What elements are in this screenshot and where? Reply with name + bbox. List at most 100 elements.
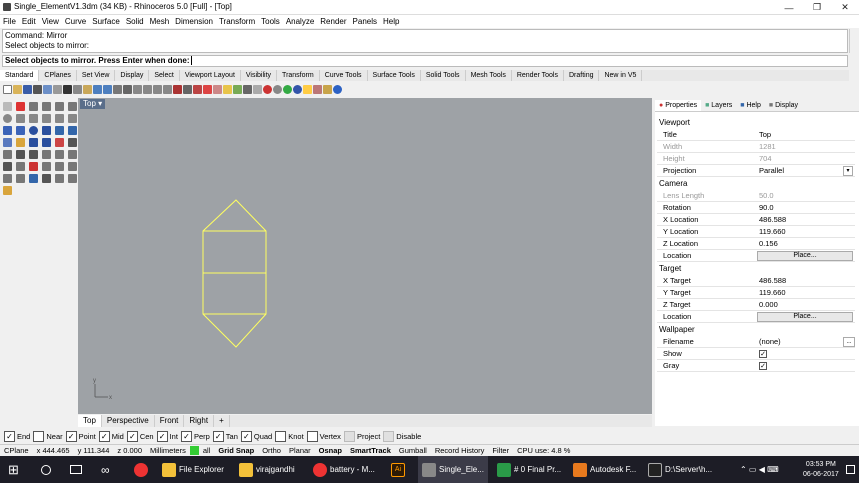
system-tray[interactable]: ⌃ ▭ ◀ ⌨ xyxy=(740,456,779,483)
z-target-field[interactable]: 0.000 xyxy=(759,299,778,311)
rotate-icon[interactable] xyxy=(55,150,64,159)
menu-solid[interactable]: Solid xyxy=(123,15,147,28)
open-file-icon[interactable] xyxy=(13,84,22,94)
osnap-near[interactable]: Near xyxy=(33,430,63,442)
group-icon[interactable] xyxy=(68,174,77,183)
osnap-knot[interactable]: Knot xyxy=(275,430,304,442)
osnap-checkbox[interactable] xyxy=(343,430,355,442)
record-history-toggle[interactable]: Record History xyxy=(431,445,489,456)
osnap-point[interactable]: ✓ Point xyxy=(65,430,96,442)
wireframe-icon[interactable] xyxy=(253,84,262,94)
menu-file[interactable]: File xyxy=(0,15,19,28)
light-icon[interactable] xyxy=(303,84,312,94)
zoom-window-icon[interactable] xyxy=(143,84,152,94)
select-arrow-icon[interactable] xyxy=(3,102,12,111)
command-prompt-input[interactable]: Select objects to mirror. Press Enter wh… xyxy=(2,55,848,67)
projection-select[interactable]: Parallel xyxy=(759,165,784,177)
task-view-button[interactable] xyxy=(70,456,82,483)
osnap-quad[interactable]: ✓ Quad xyxy=(240,430,272,442)
ortho-toggle[interactable]: Ortho xyxy=(258,445,285,456)
shaded-icon[interactable] xyxy=(263,84,272,94)
gray-checkbox[interactable]: ✓ xyxy=(759,362,767,370)
taskbar-chrome-battery[interactable]: battery - M... xyxy=(313,456,375,483)
taskbar-rhino[interactable]: Single_Ele... xyxy=(418,456,488,483)
filter-toggle[interactable]: Filter xyxy=(488,445,513,456)
box-icon[interactable] xyxy=(42,126,51,135)
tab-visibility[interactable]: Visibility xyxy=(241,70,278,81)
layer-color-swatch[interactable] xyxy=(189,446,199,455)
redo-icon[interactable] xyxy=(103,84,112,94)
freeform-icon[interactable] xyxy=(68,102,77,111)
panel-tab-properties[interactable]: ● Properties xyxy=(655,100,702,111)
rotation-field[interactable]: 90.0 xyxy=(759,202,774,214)
taskbar-autodesk[interactable]: Autodesk F... xyxy=(573,456,636,483)
sphere-icon[interactable] xyxy=(29,126,38,135)
text-icon[interactable] xyxy=(55,114,64,123)
menu-panels[interactable]: Panels xyxy=(350,15,380,28)
show-checkbox[interactable]: ✓ xyxy=(759,350,767,358)
osnap-checkbox[interactable]: ✓ xyxy=(4,430,15,442)
add-viewport-tab-button[interactable]: + xyxy=(214,415,230,427)
z-location-field[interactable]: 0.156 xyxy=(759,238,778,250)
x-target-field[interactable]: 486.588 xyxy=(759,275,786,287)
osnap-checkbox[interactable]: ✓ xyxy=(98,430,110,442)
menu-curve[interactable]: Curve xyxy=(62,15,89,28)
target-place-button[interactable]: Place... xyxy=(757,312,853,322)
menu-mesh[interactable]: Mesh xyxy=(147,15,173,28)
gumball-toggle[interactable]: Gumball xyxy=(395,445,431,456)
fillet-icon[interactable] xyxy=(55,138,64,147)
line-icon[interactable] xyxy=(29,102,38,111)
lock-objects-icon[interactable] xyxy=(213,84,222,94)
align-icon[interactable] xyxy=(42,162,51,171)
notification-button[interactable] xyxy=(846,456,855,483)
rectangle-icon[interactable] xyxy=(29,114,38,123)
tab-display[interactable]: Display xyxy=(115,70,150,81)
taskbar-chrome[interactable] xyxy=(134,456,151,483)
y-location-field[interactable]: 119.660 xyxy=(759,226,786,238)
extrude-icon[interactable] xyxy=(16,126,25,135)
scale-icon[interactable] xyxy=(68,150,77,159)
options-gear-icon[interactable] xyxy=(313,84,322,94)
osnap-checkbox[interactable]: ✓ xyxy=(240,430,252,442)
render-icon[interactable] xyxy=(283,84,292,94)
taskbar-illustrator[interactable]: Ai xyxy=(391,456,408,483)
chevron-down-icon[interactable]: ▾ xyxy=(843,166,853,176)
loft-icon[interactable] xyxy=(3,138,12,147)
four-view-icon[interactable] xyxy=(183,84,192,94)
panel-tab-display[interactable]: ■ Display xyxy=(765,100,802,111)
units-label[interactable]: Millimeters xyxy=(146,445,190,456)
osnap-vertex[interactable]: Vertex xyxy=(306,430,341,442)
mirror-icon[interactable] xyxy=(3,162,12,171)
arc-icon[interactable] xyxy=(16,114,25,123)
command-history-scrollbar[interactable] xyxy=(849,29,858,53)
check-icon[interactable] xyxy=(42,174,51,183)
save-file-icon[interactable] xyxy=(23,84,32,94)
grid-icon[interactable] xyxy=(3,174,12,183)
smarttrack-toggle[interactable]: SmartTrack xyxy=(346,445,395,456)
osnap-perp[interactable]: ✓ Perp xyxy=(180,430,210,442)
rotate-view-icon[interactable] xyxy=(123,84,132,94)
osnap-checkbox[interactable] xyxy=(383,430,395,442)
polygon-icon[interactable] xyxy=(42,114,51,123)
osnap-int[interactable]: ✓ Int xyxy=(156,430,178,442)
move-icon[interactable] xyxy=(42,150,51,159)
viewport-tab-front[interactable]: Front xyxy=(155,415,185,427)
help-icon[interactable] xyxy=(333,84,342,94)
taskbar-app-unknown[interactable]: ∞ xyxy=(101,456,110,483)
top-viewport[interactable]: x y xyxy=(78,98,652,414)
point-icon[interactable] xyxy=(16,102,25,111)
search-button[interactable] xyxy=(41,456,51,483)
export-icon[interactable] xyxy=(53,84,62,94)
browse-file-button[interactable]: ... xyxy=(843,337,855,347)
polyline-icon[interactable] xyxy=(42,102,51,111)
menu-analyze[interactable]: Analyze xyxy=(283,15,317,28)
tab-mesh-tools[interactable]: Mesh Tools xyxy=(466,70,512,81)
tab-curve-tools[interactable]: Curve Tools xyxy=(320,70,368,81)
menu-tools[interactable]: Tools xyxy=(258,15,283,28)
menu-help[interactable]: Help xyxy=(380,15,402,28)
osnap-checkbox[interactable] xyxy=(275,430,287,442)
tab-transform[interactable]: Transform xyxy=(277,70,320,81)
tab-set-view[interactable]: Set View xyxy=(77,70,116,81)
project-icon[interactable] xyxy=(68,162,77,171)
undo-icon[interactable] xyxy=(93,84,102,94)
